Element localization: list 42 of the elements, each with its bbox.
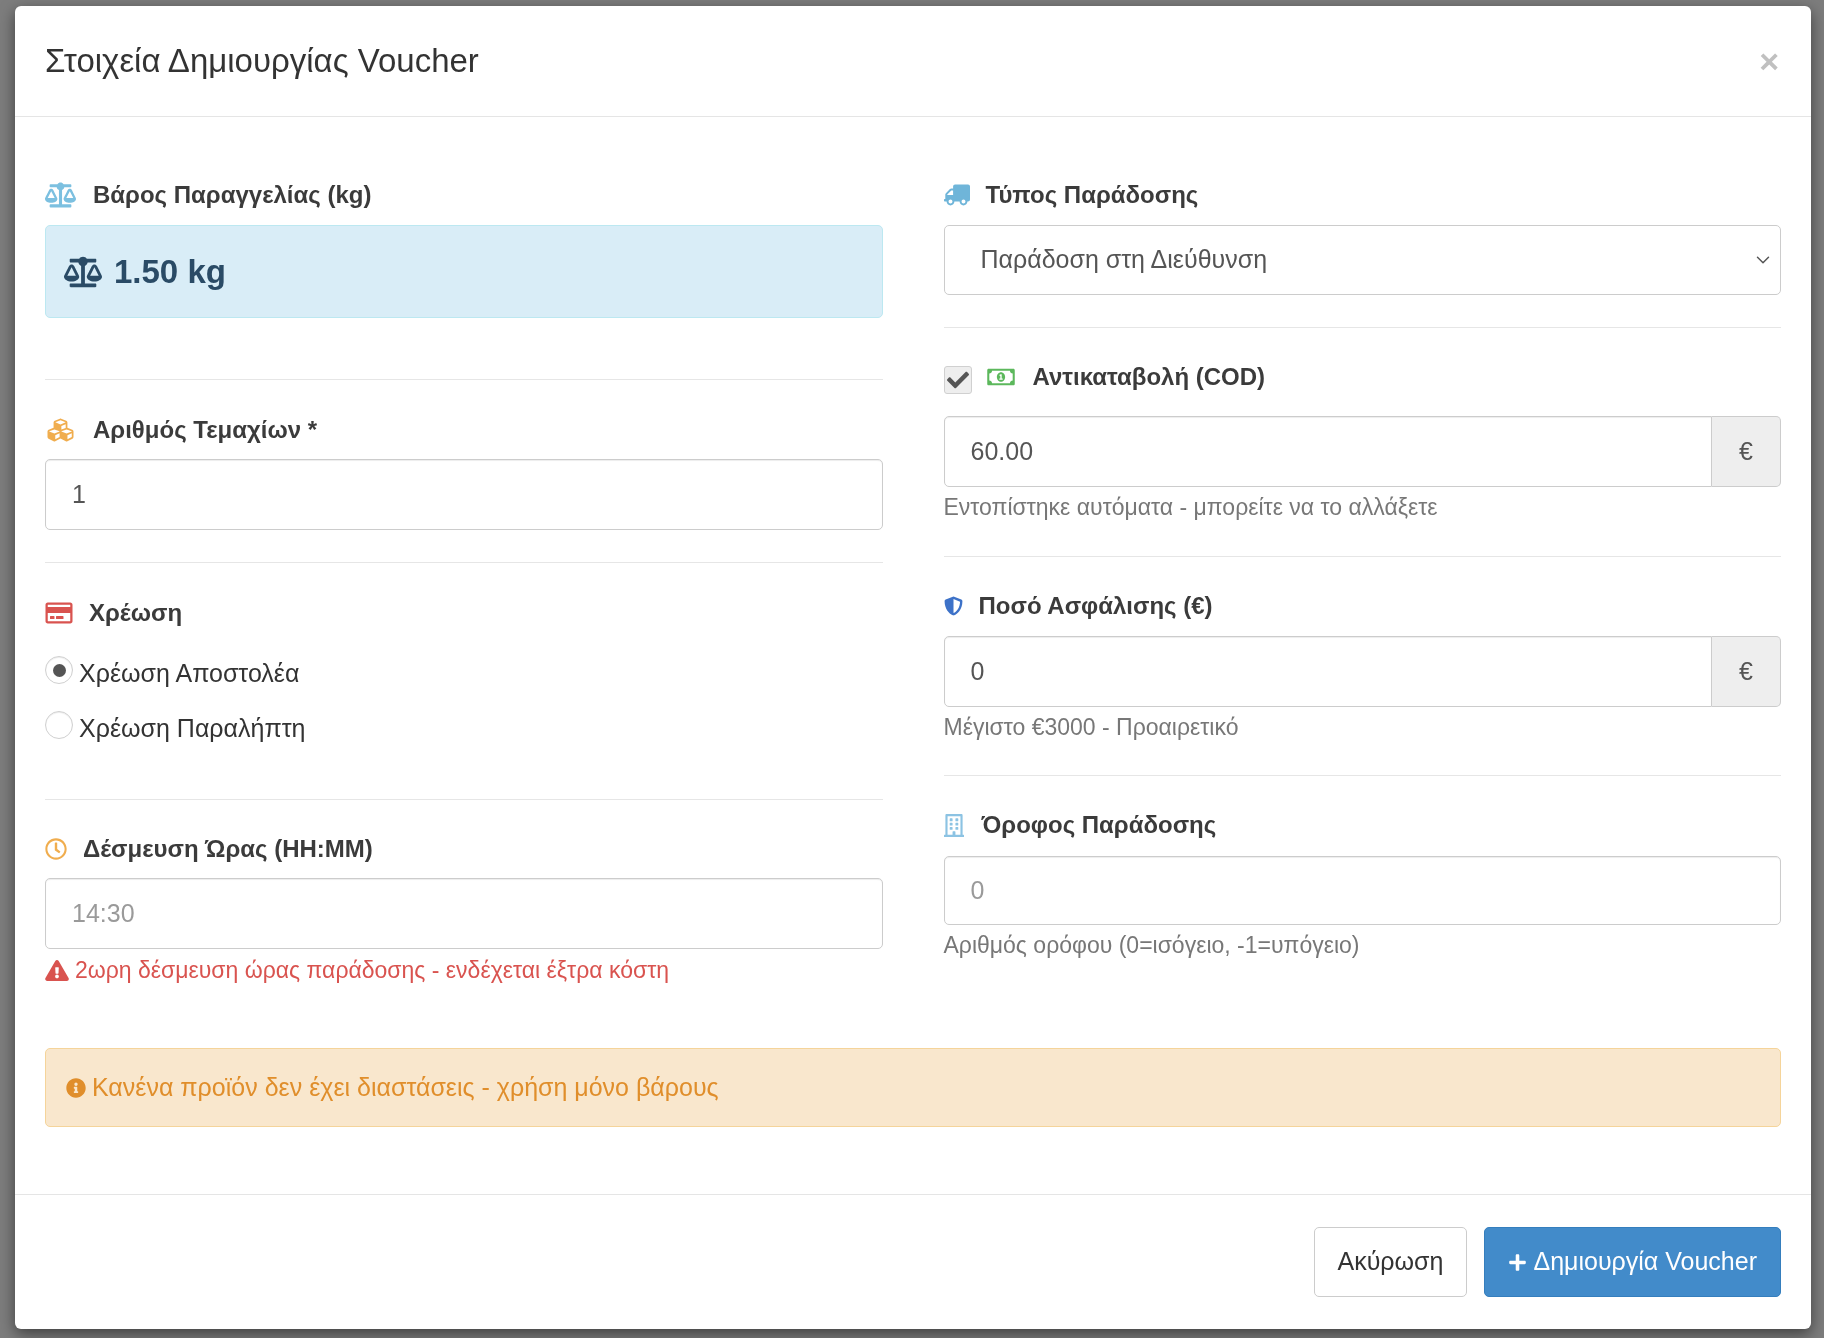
currency-addon: € [1712,416,1781,487]
delivery-type-select[interactable]: Παράδοση στη Διεύθυνση [943,225,1781,295]
modal-title: Στοιχεία Δημιουργίας Voucher [45,41,479,82]
currency-addon: € [1712,636,1781,707]
banknote-icon [986,366,1015,388]
radio-label: Χρέωση Αποστολέα [79,658,300,690]
cod-amount-field[interactable]: 60.00 [943,416,1712,487]
help-text: Εντοπίστηκε αυτόματα - μπορείτε να το αλλάξετε [943,493,1439,521]
clock-icon [45,838,67,860]
scale-icon [64,255,102,288]
radio-button[interactable] [45,656,73,684]
field-label: Αντικαταβολή (COD) [1032,362,1266,392]
create-button[interactable]: Δημιουργία Voucher [1484,1227,1781,1297]
scale-icon [45,182,76,208]
time-field[interactable]: 14:30 [45,878,883,949]
alert-text: Κανένα προϊόν δεν έχει διαστάσεις - χρήση μόνο βάρους [92,1071,719,1103]
radio-label: Χρέωση Παραλήπτη [79,713,306,745]
field-label: Τύπος Παράδοσης [985,180,1199,210]
truck-icon [943,184,970,206]
radio-button[interactable] [45,711,73,739]
building-icon [943,812,964,838]
credit-card-icon [45,601,73,625]
field-label: Ποσό Ασφάλισης (€) [978,591,1213,621]
help-text: Μέγιστο €3000 - Προαιρετικό [943,713,1240,741]
insurance-amount-field[interactable]: 0 [943,636,1712,707]
field-label: Αριθμός Τεμαχίων * [93,415,318,445]
warning-icon [45,959,69,981]
info-icon [66,1077,86,1098]
field-label: Δέσμευση Ώρας (HH:MM) [83,834,373,864]
cancel-button[interactable]: Ακύρωση [1313,1227,1468,1297]
help-text: Αριθμός ορόφου (0=ισόγειο, -1=υπόγειο) [943,931,1361,959]
floor-field[interactable]: 0 [943,856,1781,925]
field-label: Βάρος Παραγγελίας (kg) [93,180,372,210]
warning-text: 2ωρη δέσμευση ώρας παράδοσης - ενδέχεται έξτρα κόστη [75,955,670,985]
field-label: Χρέωση [89,598,183,628]
cubes-icon [45,417,76,443]
shield-icon [943,595,963,617]
field-label: Όροφος Παράδοσης [981,810,1217,840]
weight-value: 1.50 kg [114,251,226,292]
checkbox[interactable] [943,366,972,394]
plus-icon [1508,1252,1528,1272]
pieces-field[interactable]: 1 [45,459,883,530]
